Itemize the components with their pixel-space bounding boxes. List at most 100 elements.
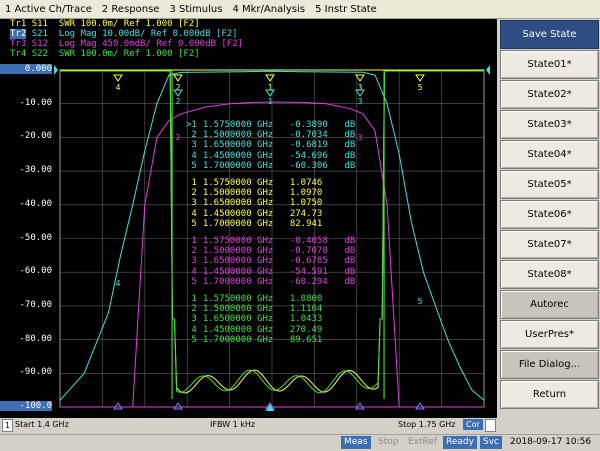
marker-value: 1.0746 [289, 178, 323, 189]
y-tick-label: -30.00 [19, 165, 52, 176]
softkey-autorec[interactable]: Autorec [500, 290, 599, 319]
softkey-file-dialog[interactable]: File Dialog... [500, 350, 599, 379]
marker-label: 2 [176, 133, 181, 142]
y-tick-label: -90.00 [19, 367, 52, 378]
marker-unit: dB [344, 140, 356, 151]
marker-label: 4 [116, 279, 121, 288]
marker-row: 4 1.4500000 GHz 274.73 [186, 209, 355, 219]
marker-freq: 1.4500000 GHz [202, 150, 274, 161]
marker-value: 1.1164 [289, 304, 323, 315]
marker-3-yellow-icon [355, 74, 365, 82]
marker-freq: 1.7000000 GHz [202, 276, 274, 287]
channel-number[interactable]: 1 [2, 419, 13, 432]
softkey-state07[interactable]: State07* [500, 230, 599, 259]
instrument-status-bar: Meas Stop ExtRef Ready Svc 2018-09-17 10… [0, 434, 600, 451]
marker-4-yellow-icon [113, 74, 123, 82]
softkey-userpres[interactable]: UserPres* [500, 320, 599, 349]
softkey-state08[interactable]: State08* [500, 260, 599, 289]
channel-extra-box[interactable] [485, 419, 496, 432]
marker-freq: 1.7000000 GHz [202, 218, 274, 229]
menu-mkr-analysis[interactable]: 4 Mkr/Analysis [227, 4, 310, 15]
menu-instr-state[interactable]: 5 Instr State [310, 4, 382, 15]
marker-freq: 1.6500000 GHz [202, 256, 274, 267]
status-ready: Ready [443, 436, 477, 449]
marker-label: 2 [176, 97, 181, 106]
marker-freq: 1.4500000 GHz [202, 208, 274, 219]
marker-id: >1 [186, 120, 197, 130]
marker-freq: 1.7000000 GHz [202, 334, 274, 345]
trace-1-label[interactable]: Tr1 S11 SWR 100.0m/ Ref 1.000 [F2] [10, 19, 243, 29]
status-datetime: 2018-09-17 10:56 [510, 437, 592, 447]
marker-row: 5 1.7000000 GHz -60.294 dB [186, 277, 355, 287]
trace-display[interactable]: 421352134523 Tr1 S11 SWR 100.0m/ Ref 1.0… [0, 19, 497, 430]
marker-value: 270.49 [289, 324, 323, 335]
marker-row: 5 1.7000000 GHz 89.651 [186, 335, 355, 345]
trace-4-label[interactable]: Tr4 S22 SWR 100.0m/ Ref 1.000 [F2] [10, 49, 243, 59]
stop-frequency[interactable]: Stop 1.75 GHz [398, 420, 456, 429]
softkey-state06[interactable]: State06* [500, 200, 599, 229]
marker-label: 4 [116, 83, 121, 92]
marker-value: -60.306 [289, 160, 328, 171]
marker-2-yellow-icon [173, 74, 183, 82]
ifbw[interactable]: IFBW 1 kHz [210, 420, 255, 429]
marker-label: 1 [268, 97, 273, 106]
softkey-return[interactable]: Return [500, 380, 599, 409]
marker-id: 3 [186, 198, 197, 209]
menu-active-ch-trace[interactable]: 1 Active Ch/Trace [0, 4, 97, 15]
marker-freq: 1.5750000 GHz [202, 178, 274, 189]
marker-freq: 1.5000000 GHz [202, 304, 274, 315]
softkey-panel: Save State State01* State02* State03* State0… [498, 19, 600, 431]
marker-unit: dB [344, 246, 356, 257]
marker-value: -0.4058 [289, 236, 328, 247]
marker-id: 3 [186, 314, 197, 325]
status-extref: ExtRef [408, 437, 438, 447]
marker-id: 5 [186, 218, 197, 229]
marker-id: 5 [186, 334, 197, 345]
softkey-state04[interactable]: State04* [500, 140, 599, 169]
marker-row: 3 1.6500000 GHz 1.0433 [186, 314, 355, 324]
menu-response[interactable]: 2 Response [97, 4, 165, 15]
marker-label: 3 [358, 97, 363, 106]
marker-group: 1 1.5750000 GHz 1.0800 2 1.5000000 GHz 1.116… [186, 294, 355, 345]
status-stop: Stop [378, 437, 399, 447]
marker-freq: 1.5000000 GHz [202, 188, 274, 199]
marker-value: 1.0970 [289, 188, 323, 199]
softkey-state01[interactable]: State01* [500, 50, 599, 79]
marker-unit: dB [344, 120, 356, 130]
channel-status-bar: 1 Start 1.4 GHz IFBW 1 kHz Stop 1.75 GHz… [0, 418, 497, 432]
trace-legend: Tr1 S11 SWR 100.0m/ Ref 1.000 [F2] Tr2 S… [10, 19, 243, 59]
marker-id: 3 [186, 256, 197, 267]
marker-value: -0.7034 [289, 130, 328, 141]
start-frequency[interactable]: Start 1.4 GHz [15, 420, 69, 429]
menu-stimulus[interactable]: 3 Stimulus [164, 4, 227, 15]
marker-freq: 1.5000000 GHz [202, 130, 274, 141]
softkey-state02[interactable]: State02* [500, 80, 599, 109]
trace-3-label[interactable]: Tr3 S12 Log Mag 450.0mdB/ Ref 0.000dB [F… [10, 39, 243, 49]
softkey-state03[interactable]: State03* [500, 110, 599, 139]
marker-group: 1 1.5750000 GHz 1.0746 2 1.5000000 GHz 1.097… [186, 178, 355, 229]
marker-bottom-icon [415, 402, 425, 410]
softkey-state05[interactable]: State05* [500, 170, 599, 199]
y-tick-label[interactable]: 0.000 [0, 64, 52, 74]
marker-value: 82.941 [289, 218, 323, 229]
marker-id: 5 [186, 160, 197, 171]
marker-unit: dB [344, 160, 356, 171]
marker-5-yellow-icon [415, 74, 425, 82]
marker-unit: dB [344, 236, 356, 247]
marker-row: 4 1.4500000 GHz 270.49 [186, 325, 355, 335]
marker-id: 4 [186, 208, 197, 219]
marker-table: >1 1.5750000 GHz -0.3890 dB 2 1.5000000 GHz -… [186, 120, 355, 352]
left-ref-arrow-icon [54, 65, 58, 75]
right-ref-arrow-icon [486, 65, 490, 75]
softkey-save-state: Save State [500, 20, 599, 49]
marker-group: >1 1.5750000 GHz -0.3890 dB 2 1.5000000 GHz -… [186, 120, 355, 171]
marker-freq: 1.4500000 GHz [202, 324, 274, 335]
y-tick-label[interactable]: -100.0 [0, 401, 52, 411]
y-tick-label: -20.00 [19, 131, 52, 142]
trace-2-label[interactable]: Tr2 S21 Log Mag 10.00dB/ Ref 0.000dB [F2… [10, 29, 243, 39]
marker-unit: dB [344, 256, 356, 267]
y-tick-label: -40.00 [19, 198, 52, 209]
marker-row: 3 1.6500000 GHz 1.0750 [186, 198, 355, 208]
marker-value: 1.0433 [289, 314, 323, 325]
marker-freq: 1.5750000 GHz [202, 236, 274, 247]
